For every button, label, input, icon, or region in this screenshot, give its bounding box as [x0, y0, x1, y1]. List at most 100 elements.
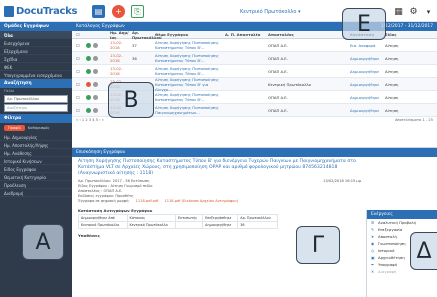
row-state: Δημιουργήθηκε [350, 55, 380, 61]
folder-icon: ⎘ [134, 6, 141, 16]
copies-table: Δημιουργήθηκε Από Κάτοικος Εκτυπωτής Επεξερ… [78, 214, 278, 229]
filter-sent-date[interactable]: Ημ. Αποστολής/Λήψης [0, 141, 72, 149]
row-subject[interactable]: Αίτηση Χορήγησης Πιστοποίησης Καταστήματ… [155, 77, 225, 92]
callout-d: Δ [410, 232, 437, 270]
row-checkbox[interactable]: ☐ [72, 108, 84, 113]
documents-button[interactable]: ▤ [92, 5, 105, 18]
gear-icon: ⚙ [409, 6, 418, 17]
field-label: Πεδίο [4, 89, 15, 93]
filter-origin[interactable]: Προέλευση [0, 181, 72, 189]
status-dot-icon [86, 107, 91, 113]
archive-icon: ▣ [371, 255, 375, 260]
col-sender[interactable]: Αποστολέας [268, 32, 350, 37]
app-logo-text: DocuTracks [16, 6, 78, 17]
filter-category[interactable]: Θεματική Κατηγορία [0, 173, 72, 181]
app-logo[interactable]: DocuTracks [4, 5, 77, 18]
row-kind: Αίτηση [385, 68, 399, 74]
select-all-checkbox[interactable]: ☐ [72, 32, 84, 37]
row-checkbox[interactable]: ☐ [72, 69, 84, 74]
filter-doc-type[interactable]: Είδος Εγγράφου [0, 165, 72, 173]
table-row[interactable]: ☐ 13-02-2018 37 Αίτηση Χορήγησης Πιστοπο… [72, 39, 437, 52]
settings-button[interactable]: ⚙ [407, 5, 420, 18]
row-checkbox[interactable]: ☐ [72, 95, 84, 100]
detail-timestamp: 13/02/2018 16:15 μμ [323, 179, 361, 183]
sidebar-item-all[interactable]: Όλα [0, 31, 72, 39]
row-date: 13-02-2018 [110, 40, 123, 50]
row-subject[interactable]: Αίτηση Χορήγησης Πιστοποίησης Καταστήματ… [155, 40, 225, 50]
pager-summary: Αποτελέσματα 1 - 25 [394, 118, 433, 122]
row-subject[interactable]: Αίτηση Χορήγησης Πιστοποίησης Καταστήματ… [155, 92, 225, 102]
user-menu-button[interactable]: ▾ [422, 5, 435, 18]
col-subject[interactable]: Θέμα Εγγράφου [155, 32, 225, 37]
filter-history[interactable]: Ιστορικό Κινήσεων [0, 157, 72, 165]
row-state: Δημιουργήθηκε [350, 81, 380, 87]
apps-grid-button[interactable]: ▦ [392, 5, 405, 18]
row-checkbox[interactable]: ☐ [72, 43, 84, 48]
date-range[interactable]: 1/12/2017 - 31/12/2017 [381, 24, 433, 29]
table-row[interactable]: ☐ 13-02-2018 Αίτηση Χορήγησης Πιστοποίησ… [72, 65, 437, 78]
pdf-attachment-link[interactable]: 1118.pdf.pdf [136, 199, 159, 204]
status-dot-icon [86, 42, 91, 48]
filter-assigned-date[interactable]: Ημ. Ανάθεσης [0, 149, 72, 157]
field-select[interactable]: Αρ. Πρωτοκόλλου [4, 95, 68, 103]
pdf-copy-link[interactable]: 1118.pdf (Εικόνισα Αρχείου Αντιγράφου) [164, 199, 238, 204]
plus-icon: + [115, 7, 122, 16]
row-sender: ΟΠΑΠ Α.Ε. [268, 94, 288, 100]
row-kind: Αίτηση [385, 107, 399, 113]
filter-route[interactable]: Διαδρομή [0, 189, 72, 197]
attachment-icon [93, 81, 98, 87]
sidebar-item-drafts[interactable]: Σχέδια [0, 55, 72, 63]
row-subject[interactable]: Αίτηση Χορήγησης Πιστοποίησης Καταστήματ… [155, 53, 225, 63]
detail-files: Έγγραφα σε ψηφιακή μορφή: 1118.pdf.pdf 1… [78, 199, 238, 204]
row-number: 37 [132, 42, 137, 48]
pager-controls[interactable]: « ‹ 1 2 3 4 5 › » [76, 118, 104, 123]
pagination[interactable]: « ‹ 1 2 3 4 5 › » Αποτελέσματα 1 - 25 [72, 117, 437, 124]
col-number[interactable]: Αρ. Πρωτοκόλλου [132, 30, 162, 40]
attachment-icon [93, 107, 98, 113]
row-kind: Αίτηση [385, 94, 399, 100]
grid-icon: ▦ [394, 6, 403, 17]
attachment-icon [93, 94, 98, 100]
col-kind[interactable]: Είδος [385, 32, 415, 37]
trash-icon: ✕ [371, 269, 375, 274]
sidebar-item-incoming[interactable]: Εισερχόμενα [0, 39, 72, 47]
preview-heading: Επισκόπηση Εγγράφου [72, 148, 437, 157]
sidebar-filters-heading: Φίλτρα [0, 114, 72, 123]
col-sender-ap[interactable]: Α. Π. Αποστολέα [225, 32, 268, 37]
row-checkbox[interactable]: ☐ [72, 56, 84, 61]
document-title[interactable]: Αίτηση Χορήγησης Πιστοποίησης Καταστήματ… [72, 157, 372, 179]
row-date: 13-02-2018 [110, 66, 123, 76]
col-date[interactable]: Ημ. Δημ/ίας [110, 30, 132, 40]
callout-a: A [22, 224, 64, 260]
new-document-button[interactable]: + [112, 5, 125, 18]
row-state: Δημιουργήθηκε [350, 107, 380, 113]
row-checkbox[interactable]: ☐ [72, 82, 84, 87]
row-subject[interactable]: Αίτηση Χορήγησης Πιστοποίησης Καταστήματ… [155, 66, 225, 76]
clear-filters-link[interactable]: Καθαρισμός [28, 126, 50, 130]
user-icon: ▾ [426, 7, 431, 16]
search-input[interactable]: Αναζήτηση [4, 104, 68, 112]
filter-created-date[interactable]: Ημ. Δημιουργίας [0, 133, 72, 141]
row-state: Δημιουργήθηκε [350, 68, 380, 74]
row-kind: Αίτηση [385, 55, 399, 61]
protocol-selector[interactable]: Κεντρικό Πρωτόκολλο ▾ [240, 9, 301, 15]
action-details[interactable]: ☰ Αναλυτική Προβολή [367, 219, 437, 226]
row-state: Δημιουργήθηκε [350, 94, 380, 100]
table-row[interactable]: ☐ 13-02-2018 36 Αίτηση Χορήγησης Πιστοπο… [72, 52, 437, 65]
row-sender: ΟΠΑΠ Α.Ε. [268, 107, 288, 113]
status-dot-icon [86, 55, 91, 61]
send-icon: ➤ [371, 234, 375, 239]
row-state: Εισ. Αναφορά [350, 42, 376, 48]
tasks-button[interactable]: ⎘ [131, 5, 144, 18]
sidebar-item-fek[interactable]: ΦΕΚ [0, 63, 72, 71]
attachment-icon [93, 55, 98, 61]
attachment-icon [93, 68, 98, 74]
status-dot-icon [86, 68, 91, 74]
profile-filter-button[interactable]: Προφίλ [4, 125, 25, 131]
sidebar-item-signed[interactable]: Υπογεγραμμένα εισερχόμενα [0, 71, 72, 79]
row-subject[interactable]: Αίτηση Χορήγησης Πιστοποίησης Παιγνιομηχ… [155, 105, 225, 115]
sidebar-item-outgoing[interactable]: Εξερχόμενα [0, 47, 72, 55]
document-icon: ▤ [94, 7, 103, 16]
row-sender: Κεντρική Πρωτόκολλο [268, 81, 311, 87]
callout-e: E [342, 8, 386, 40]
